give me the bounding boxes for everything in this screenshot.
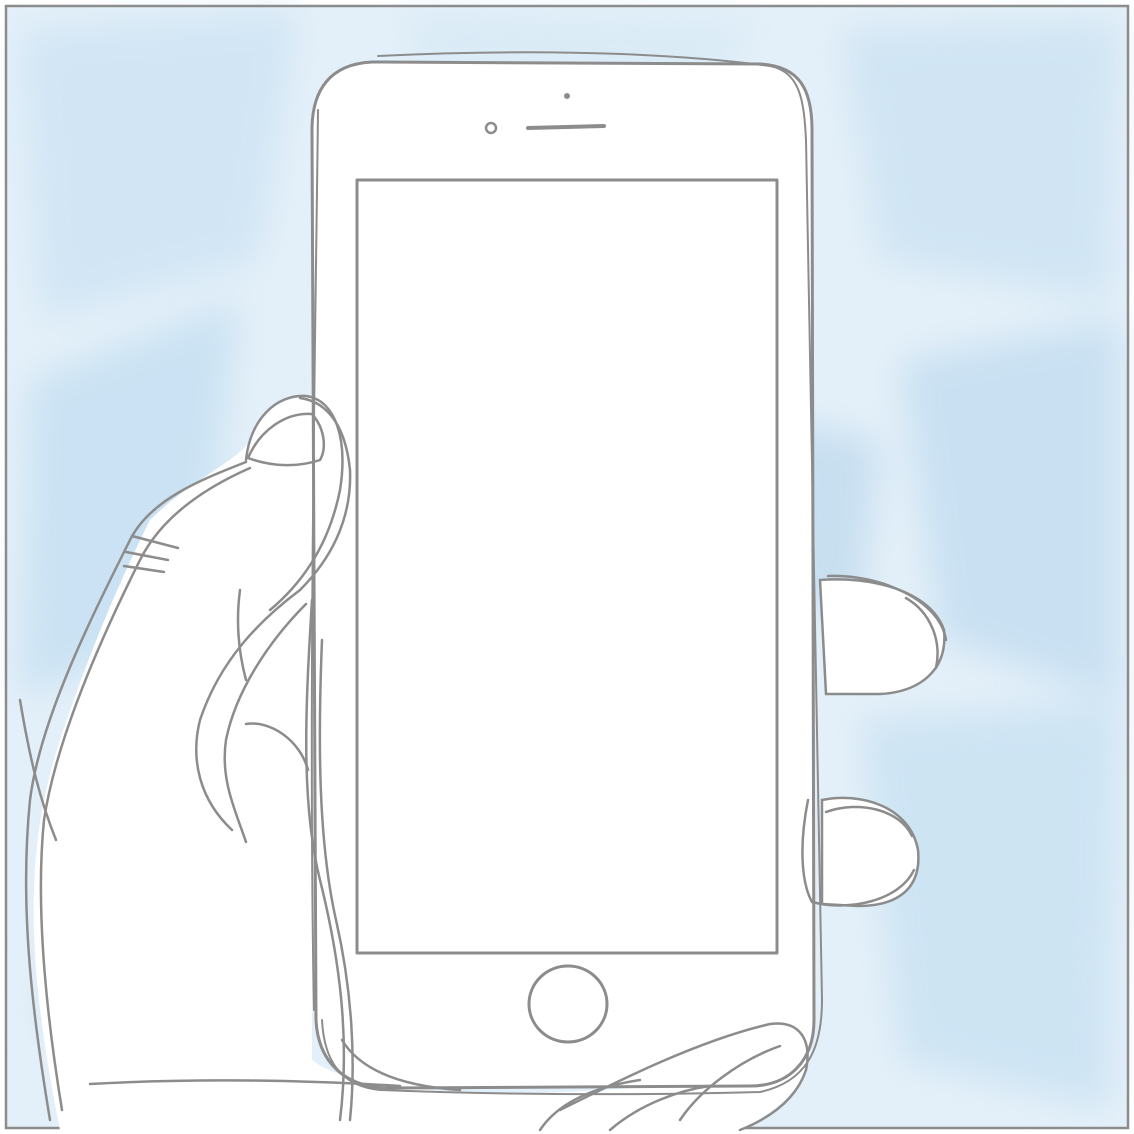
earpiece-speaker	[526, 124, 606, 130]
illustration-canvas	[0, 0, 1134, 1134]
phone-screen	[355, 178, 779, 955]
proximity-sensor	[564, 93, 570, 99]
illustration	[0, 0, 1134, 1134]
smartphone	[310, 51, 823, 1096]
